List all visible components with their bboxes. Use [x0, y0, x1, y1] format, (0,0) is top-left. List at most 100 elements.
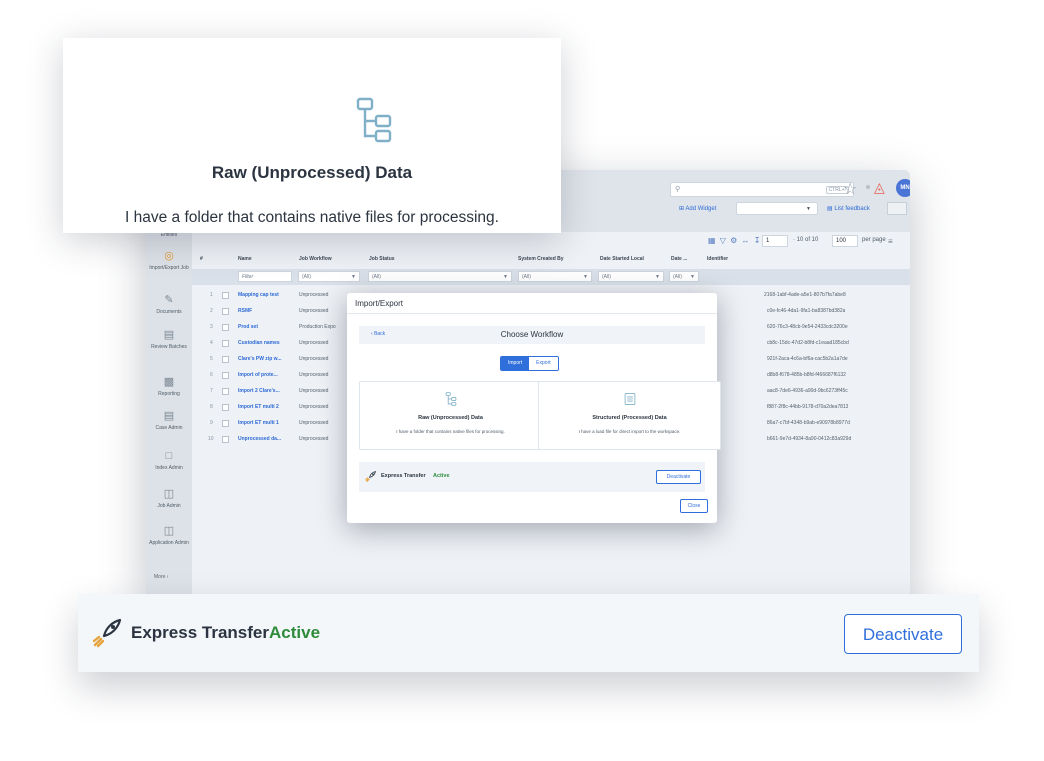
import-export-modal: Import/Export ‹ Back Choose Workflow Imp…	[347, 293, 721, 523]
row-number: 6	[210, 372, 213, 378]
list-feedback-link[interactable]: ▤ List feedback	[827, 205, 870, 212]
row-checkbox[interactable]	[222, 388, 229, 395]
nav-label: Application Admin	[149, 540, 189, 546]
row-identifier: 620-76c3-48cb-9e54-2433cdc3200e	[767, 324, 848, 330]
feedback-toggle[interactable]	[887, 202, 907, 215]
row-workflow: Unprocessed	[299, 388, 329, 394]
row-identifier: 2168-1abf-4ade-a5e1-807b7fa7abe8	[764, 292, 846, 298]
documents-icon: ✎	[164, 294, 174, 306]
folder-tree-icon	[445, 392, 456, 406]
chevron-down-icon: ▼	[351, 274, 356, 280]
row-name[interactable]: Import ET multi 2	[238, 404, 296, 410]
row-identifier: f887-2f8c-44bb-9178-d70a2dea7813	[767, 404, 849, 410]
card-description: I have a folder that contains native fil…	[396, 429, 505, 434]
nav-label: Documents	[156, 309, 182, 315]
row-checkbox[interactable]	[222, 404, 229, 411]
row-name[interactable]: Custodian names	[238, 340, 296, 346]
row-name[interactable]: RSMF	[238, 308, 296, 314]
workflow-filter[interactable]: (All) ▼	[298, 271, 360, 282]
tab-import[interactable]: Import	[501, 357, 530, 370]
nav-item-import-export-job[interactable]: ◎ Import/Export Job	[146, 250, 192, 271]
date-filter[interactable]: (All) ▼	[669, 271, 699, 282]
deactivate-button[interactable]: Deactivate	[844, 614, 962, 654]
row-checkbox[interactable]	[222, 356, 229, 363]
column-header[interactable]: Name	[238, 256, 252, 262]
nav-item-case-admin[interactable]: ▤ Case Admin	[146, 410, 192, 431]
row-checkbox[interactable]	[222, 372, 229, 379]
column-header[interactable]: Identifier	[707, 256, 728, 262]
nav-more-button[interactable]: More ›	[154, 574, 168, 580]
import-export-icon: ◎	[164, 250, 174, 262]
row-checkbox[interactable]	[222, 436, 229, 443]
modal-title: Import/Export	[355, 299, 404, 308]
filter-value: (All)	[302, 274, 311, 280]
deactivate-button[interactable]: Deactivate	[656, 470, 701, 484]
row-workflow: Production Expo	[299, 324, 336, 330]
row-checkbox[interactable]	[222, 292, 229, 299]
menu-icon[interactable]: ≡	[888, 237, 893, 246]
nav-item-application-admin[interactable]: ◫ Application Admin	[146, 525, 192, 546]
column-header[interactable]: Date ...	[671, 256, 687, 262]
table-tools-icons[interactable]: ▦ ▽ ⚙ ↔ ↧	[708, 236, 761, 245]
row-number: 10	[208, 436, 214, 442]
per-page-select[interactable]: 100	[832, 235, 858, 247]
created-by-filter[interactable]: (All) ▼	[518, 271, 592, 282]
row-identifier: aac8-7de6-4936-a90d-9bc6273ff45c	[767, 388, 848, 394]
express-transfer-zoom-callout: Express Transfer Active Deactivate	[78, 594, 979, 672]
widget-select[interactable]: ▼	[736, 202, 818, 215]
card-description: I have a load file for direct import to …	[578, 429, 681, 434]
column-header[interactable]: System Created By	[518, 256, 564, 262]
favorite-star-icon[interactable]: ☆	[843, 179, 857, 199]
global-search-input[interactable]: ⚲ CTRL+/	[670, 182, 854, 197]
nav-item-reporting[interactable]: ▩ Reporting	[146, 376, 192, 397]
row-checkbox[interactable]	[222, 324, 229, 331]
raw-data-card[interactable]: Raw (Unprocessed) Data I have a folder t…	[359, 381, 542, 450]
notification-icon[interactable]: ◬	[874, 179, 885, 196]
status-filter[interactable]: (All) ▼	[368, 271, 512, 282]
row-number: 1	[210, 292, 213, 298]
add-widget-link[interactable]: ⊞ Add Widget	[679, 205, 716, 212]
row-number: 5	[210, 356, 213, 362]
load-file-icon	[624, 392, 635, 406]
row-workflow: Unprocessed	[299, 404, 329, 410]
structured-data-card[interactable]: Structured (Processed) Data I have a loa…	[538, 381, 721, 450]
review-batches-icon: ▤	[163, 329, 175, 341]
column-header[interactable]: Date Started Local	[600, 256, 644, 262]
row-name[interactable]: Clare's PW zip w...	[238, 356, 296, 362]
express-transfer-bar: Express Transfer Active Deactivate	[359, 462, 705, 492]
workflow-header: ‹ Back Choose Workflow	[359, 326, 705, 344]
raw-data-zoom-callout[interactable]: Raw (Unprocessed) Data I have a folder t…	[63, 38, 561, 233]
row-name[interactable]: Mapping cap test	[238, 292, 296, 298]
folder-icon: □	[165, 450, 173, 462]
row-name[interactable]: Import 2 Clare's...	[238, 388, 296, 394]
row-name[interactable]: Unprocessed da...	[238, 436, 296, 442]
row-name[interactable]: Prod set	[238, 324, 296, 330]
row-checkbox[interactable]	[222, 420, 229, 427]
separator-dot	[866, 185, 870, 189]
nav-item-index-admin[interactable]: □ Index Admin	[146, 450, 192, 471]
row-name[interactable]: Import of prote...	[238, 372, 296, 378]
chevron-down-icon: ▼	[655, 274, 660, 280]
row-number: 3	[210, 324, 213, 330]
date-started-filter[interactable]: (All) ▼	[598, 271, 664, 282]
row-identifier: b661-9e7d-4934-8a90-0412c83a929d	[767, 436, 852, 442]
row-workflow: Unprocessed	[299, 340, 329, 346]
nav-item-documents[interactable]: ✎ Documents	[146, 294, 192, 315]
close-button[interactable]: Close	[680, 499, 708, 513]
workflow-heading: Choose Workflow	[500, 330, 564, 339]
column-header[interactable]: Job Status	[369, 256, 395, 262]
nav-item-review-batches[interactable]: ▤ Review Batches	[146, 329, 192, 350]
column-header[interactable]: Job Workflow	[299, 256, 332, 262]
nav-item-job-admin[interactable]: ◫ Job Admin	[146, 488, 192, 509]
row-name[interactable]: Import ET multi 1	[238, 420, 296, 426]
name-filter-input[interactable]: Filter	[238, 271, 292, 282]
row-number: 9	[210, 420, 213, 426]
user-avatar[interactable]: MN	[896, 179, 910, 197]
row-number: 8	[210, 404, 213, 410]
row-checkbox[interactable]	[222, 340, 229, 347]
tab-export[interactable]: Export	[529, 357, 558, 370]
page-range: · 10 of 10	[793, 237, 819, 243]
page-number-input[interactable]: 1	[762, 235, 788, 247]
row-checkbox[interactable]	[222, 308, 229, 315]
nav-more-label: More	[154, 574, 166, 580]
